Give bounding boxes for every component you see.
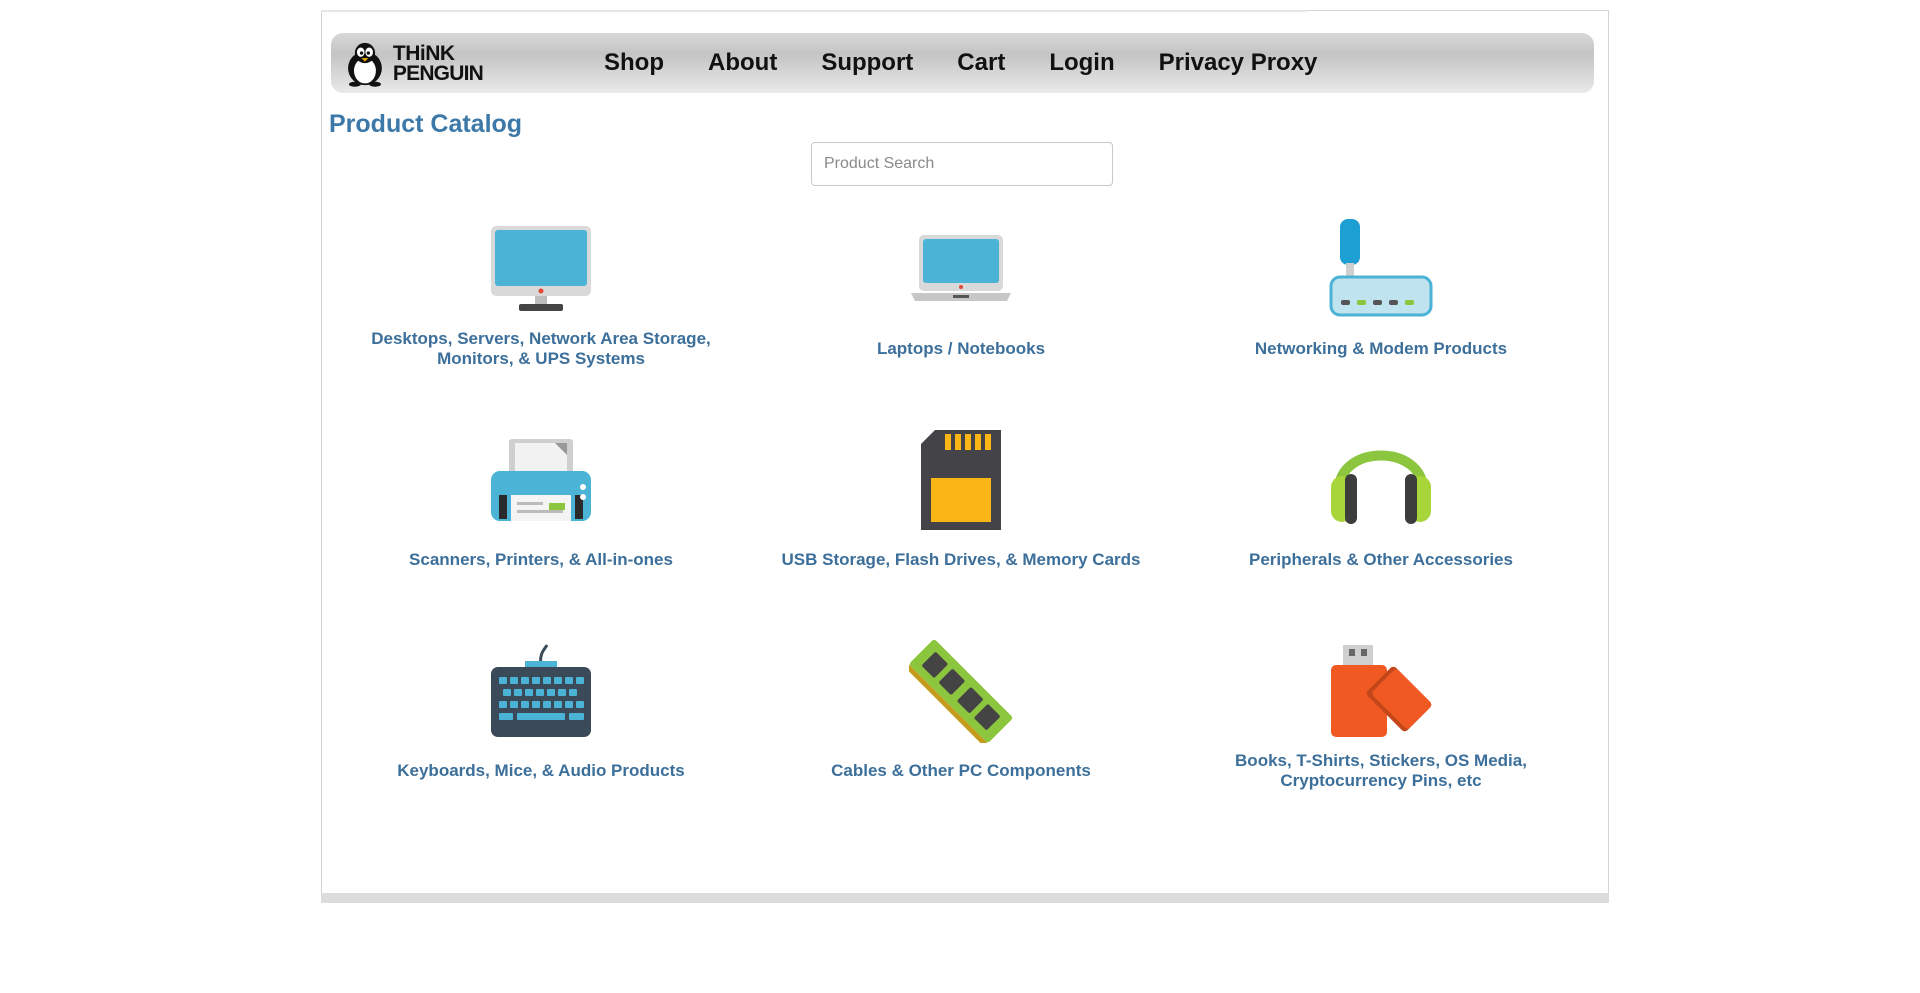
printer-icon	[481, 426, 601, 534]
logo-text: THiNK PENGUIN	[392, 42, 484, 85]
router-icon	[1321, 215, 1441, 323]
category-row: Desktops, Servers, Network Area Storage,…	[331, 215, 1593, 426]
category-grid: Desktops, Servers, Network Area Storage,…	[331, 215, 1593, 848]
ram-module-icon	[901, 637, 1021, 745]
nav-links: Shop About Support Cart Login Privacy Pr…	[604, 33, 1361, 93]
laptop-icon	[901, 215, 1021, 323]
category-usb-storage[interactable]: USB Storage, Flash Drives, & Memory Card…	[751, 426, 1171, 637]
category-row: Scanners, Printers, & All-in-ones USB St…	[331, 426, 1593, 637]
category-label: Books, T-Shirts, Stickers, OS Media, Cry…	[1235, 751, 1527, 790]
headphones-icon	[1321, 426, 1441, 534]
category-desktops[interactable]: Desktops, Servers, Network Area Storage,…	[331, 215, 751, 426]
logo-line-1: THiNK	[392, 42, 455, 65]
category-label: Peripherals & Other Accessories	[1249, 550, 1513, 569]
monitor-icon	[481, 215, 601, 323]
top-navbar: THiNK PENGUIN Shop About Support Cart Lo…	[331, 33, 1594, 93]
footer-bar	[321, 893, 1609, 903]
keyboard-icon	[481, 637, 601, 745]
top-divider	[321, 10, 1307, 12]
category-label: Networking & Modem Products	[1254, 339, 1508, 358]
category-networking[interactable]: Networking & Modem Products	[1171, 215, 1591, 426]
nav-shop-link[interactable]: Shop	[604, 49, 664, 77]
think-penguin-logo[interactable]: THiNK PENGUIN	[343, 37, 484, 91]
logo-line-2: PENGUIN	[392, 62, 484, 85]
category-label: Scanners, Printers, & All-in-ones	[409, 550, 673, 569]
category-laptops[interactable]: Laptops / Notebooks	[751, 215, 1171, 426]
product-search-input[interactable]	[811, 142, 1113, 186]
category-label: Laptops / Notebooks	[876, 339, 1046, 358]
category-label: USB Storage, Flash Drives, & Memory Card…	[781, 550, 1141, 569]
nav-support-link[interactable]: Support	[821, 49, 913, 77]
category-label: Keyboards, Mice, & Audio Products	[397, 761, 685, 780]
category-peripherals[interactable]: Peripherals & Other Accessories	[1171, 426, 1591, 637]
category-row: Keyboards, Mice, & Audio Products Cables…	[331, 637, 1593, 848]
nav-privacy-proxy-link[interactable]: Privacy Proxy	[1159, 49, 1318, 77]
penguin-icon	[348, 42, 382, 87]
category-cables[interactable]: Cables & Other PC Components	[751, 637, 1171, 848]
category-label: Desktops, Servers, Network Area Storage,…	[371, 329, 711, 368]
usb-drive-icon	[1321, 637, 1441, 745]
sd-card-icon	[901, 426, 1021, 534]
nav-about-link[interactable]: About	[708, 49, 777, 77]
category-keyboards[interactable]: Keyboards, Mice, & Audio Products	[331, 637, 751, 848]
category-books-shirts[interactable]: Books, T-Shirts, Stickers, OS Media, Cry…	[1171, 637, 1591, 848]
page-title: Product Catalog	[329, 110, 523, 138]
nav-cart-link[interactable]: Cart	[957, 49, 1005, 77]
category-printers[interactable]: Scanners, Printers, & All-in-ones	[331, 426, 751, 637]
nav-login-link[interactable]: Login	[1049, 49, 1114, 77]
category-label: Cables & Other PC Components	[831, 761, 1091, 780]
